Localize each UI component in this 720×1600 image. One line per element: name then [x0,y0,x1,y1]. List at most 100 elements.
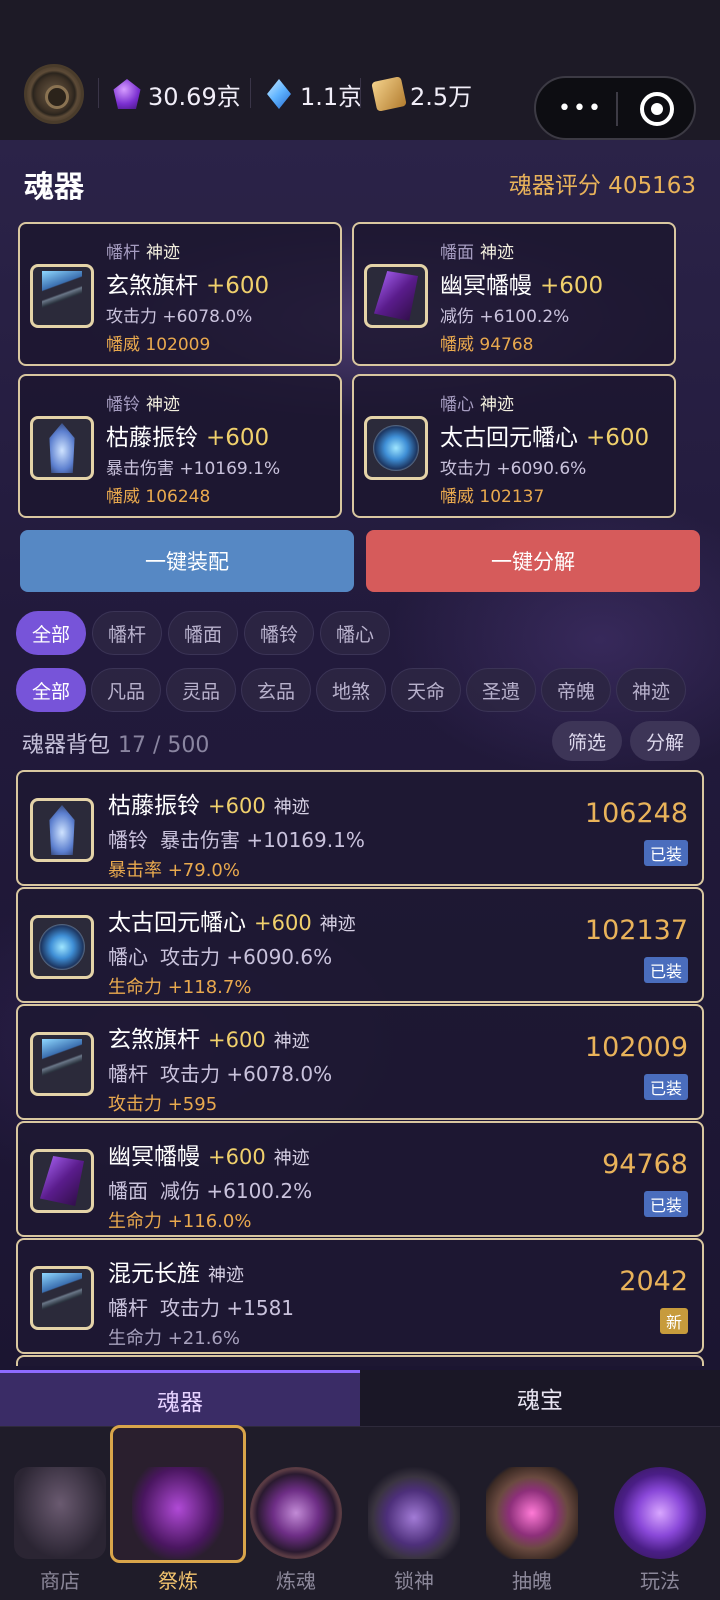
slot-icon-frame [30,416,94,480]
settings-gear-icon[interactable] [24,64,84,124]
nav-summon[interactable]: 抽魄 [472,1427,592,1600]
chained-orb-icon [368,1467,460,1559]
list-item[interactable]: 玄煞旗杆 +600 神迹 幡杆 攻击力 +6078.0% 攻击力 +595 10200… [16,1004,704,1120]
portal-icon [486,1467,578,1559]
list-item[interactable] [16,1355,704,1366]
filter-grade[interactable]: 地煞 [316,668,386,712]
slot-category: 幡杆 [106,243,140,263]
slot-name: 玄煞旗杆 [106,273,198,299]
filter-type-all[interactable]: 全部 [16,611,86,655]
slot-level: +600 [206,425,270,451]
capsule-divider [616,92,618,126]
item-level: +600 [208,1145,266,1169]
equip-slot-staff[interactable]: 幡杆 神迹 玄煞旗杆 +600 攻击力 +6078.0% 幡威 102009 [18,222,342,366]
item-slot: 幡杆 [108,1296,148,1320]
currency-blue-crystal: 1.1京 [264,76,362,112]
equip-slot-banner[interactable]: 幡面 神迹 幽冥幡幔 +600 减伤 +6100.2% 幡威 94768 [352,222,676,366]
grade-filter-row: 全部 凡品 灵品 玄品 地煞 天命 圣遗 帝魄 神迹 [16,668,686,712]
slot-stat: 攻击力 +6090.6% [440,459,587,479]
bag-title: 魂器背包 [22,733,111,758]
staff-icon [42,1039,82,1089]
filter-grade[interactable]: 帝魄 [541,668,611,712]
filter-grade[interactable]: 神迹 [616,668,686,712]
filter-type-banner[interactable]: 幡面 [168,611,238,655]
decompose-button[interactable]: 分解 [630,721,700,761]
filter-grade[interactable]: 玄品 [241,668,311,712]
slot-power: 幡威 102009 [106,335,211,355]
item-quality: 神迹 [273,797,310,818]
nav-label: 祭炼 [158,1569,198,1593]
bag-count: 17 / 500 [118,733,210,758]
more-icon[interactable]: ••• [558,96,603,121]
item-main-stat: 攻击力 +6090.6% [160,945,333,969]
nav-shop[interactable]: 商店 [0,1427,120,1600]
filter-grade-all[interactable]: 全部 [16,668,86,712]
nav-refine[interactable]: 祭炼 [110,1425,246,1600]
list-item[interactable]: 枯藤振铃 +600 神迹 幡铃 暴击伤害 +10169.1% 暴击率 +79.0% 1… [16,770,704,886]
slot-icon-frame [30,264,94,328]
currency-value: 1.1京 [300,82,363,111]
list-item[interactable]: 混元长旌 神迹 幡杆 攻击力 +1581 生命力 +21.6% 2042 新 [16,1238,704,1354]
skull-orb-icon [250,1467,342,1559]
staff-icon [42,1273,82,1323]
item-icon-frame [30,1149,94,1213]
slot-icon-frame [364,416,428,480]
item-quality: 神迹 [273,1148,310,1169]
slot-power: 幡威 106248 [106,487,211,507]
filter-grade[interactable]: 圣遗 [466,668,536,712]
tab-soul-treasure[interactable]: 魂宝 [360,1370,720,1426]
staff-icon [42,271,82,321]
decompose-all-button[interactable]: 一键分解 [366,530,700,592]
item-icon-frame [30,915,94,979]
item-main-stat: 减伤 +6100.2% [160,1179,313,1203]
item-quality: 神迹 [319,914,356,935]
bag-header: 魂器背包 17 / 500 [22,727,209,759]
slot-name: 太古回元幡心 [440,425,578,451]
top-bar: 30.69京 1.1京 2.5万 ••• [0,0,720,140]
close-target-icon[interactable] [640,92,674,126]
nav-soul-forge[interactable]: 炼魂 [236,1427,356,1600]
item-name: 太古回元幡心 [108,910,246,936]
list-item[interactable]: 幽冥幡幔 +600 神迹 幡面 减伤 +6100.2% 生命力 +116.0% 947… [16,1121,704,1237]
slot-stat: 减伤 +6100.2% [440,307,570,327]
equipped-badge: 已装 [643,1191,688,1217]
nav-gameplay[interactable]: 玩法 [600,1427,720,1600]
equip-slot-bell[interactable]: 幡铃 神迹 枯藤振铃 +600 暴击伤害 +10169.1% 幡威 106248 [18,374,342,518]
nav-lock-god[interactable]: 锁神 [354,1427,474,1600]
equip-all-button[interactable]: 一键装配 [20,530,354,592]
slot-name: 枯藤振铃 [106,425,198,451]
item-slot: 幡铃 [108,828,148,852]
nav-label: 锁神 [394,1569,434,1593]
filter-button[interactable]: 筛选 [552,721,622,761]
bag-list[interactable]: 枯藤振铃 +600 神迹 幡铃 暴击伤害 +10169.1% 暴击率 +79.0% 1… [16,770,704,1366]
tab-soul-artifact[interactable]: 魂器 [0,1370,360,1426]
divider [250,78,251,108]
item-main-stat: 攻击力 +6078.0% [160,1062,333,1086]
currency-value: 2.5万 [410,82,473,111]
slot-quality: 神迹 [480,243,514,263]
item-sub-stat: 生命力 +21.6% [108,1328,240,1349]
filter-type-bell[interactable]: 幡铃 [244,611,314,655]
slot-category: 幡面 [440,243,474,263]
equipped-badge: 已装 [643,840,688,866]
slot-quality: 神迹 [480,395,514,415]
list-item[interactable]: 太古回元幡心 +600 神迹 幡心 攻击力 +6090.6% 生命力 +118.7% … [16,887,704,1003]
filter-type-core[interactable]: 幡心 [320,611,390,655]
item-power: 106248 [584,798,688,829]
equip-slot-core[interactable]: 幡心 神迹 太古回元幡心 +600 攻击力 +6090.6% 幡威 102137 [352,374,676,518]
item-sub-stat: 生命力 +118.7% [108,977,252,998]
filter-type-staff[interactable]: 幡杆 [92,611,162,655]
slot-level: +600 [586,425,650,451]
filter-grade[interactable]: 凡品 [91,668,161,712]
soul-score: 魂器评分 405163 [508,173,696,199]
item-level: +600 [208,1028,266,1052]
slot-power: 幡威 94768 [440,335,534,355]
item-main-stat: 攻击力 +1581 [160,1296,295,1320]
item-slot: 幡杆 [108,1062,148,1086]
bell-icon [49,805,75,855]
banner-icon [374,271,418,321]
nav-label: 玩法 [640,1569,680,1593]
filter-grade[interactable]: 天命 [391,668,461,712]
filter-grade[interactable]: 灵品 [166,668,236,712]
item-sub-stat: 生命力 +116.0% [108,1211,252,1232]
